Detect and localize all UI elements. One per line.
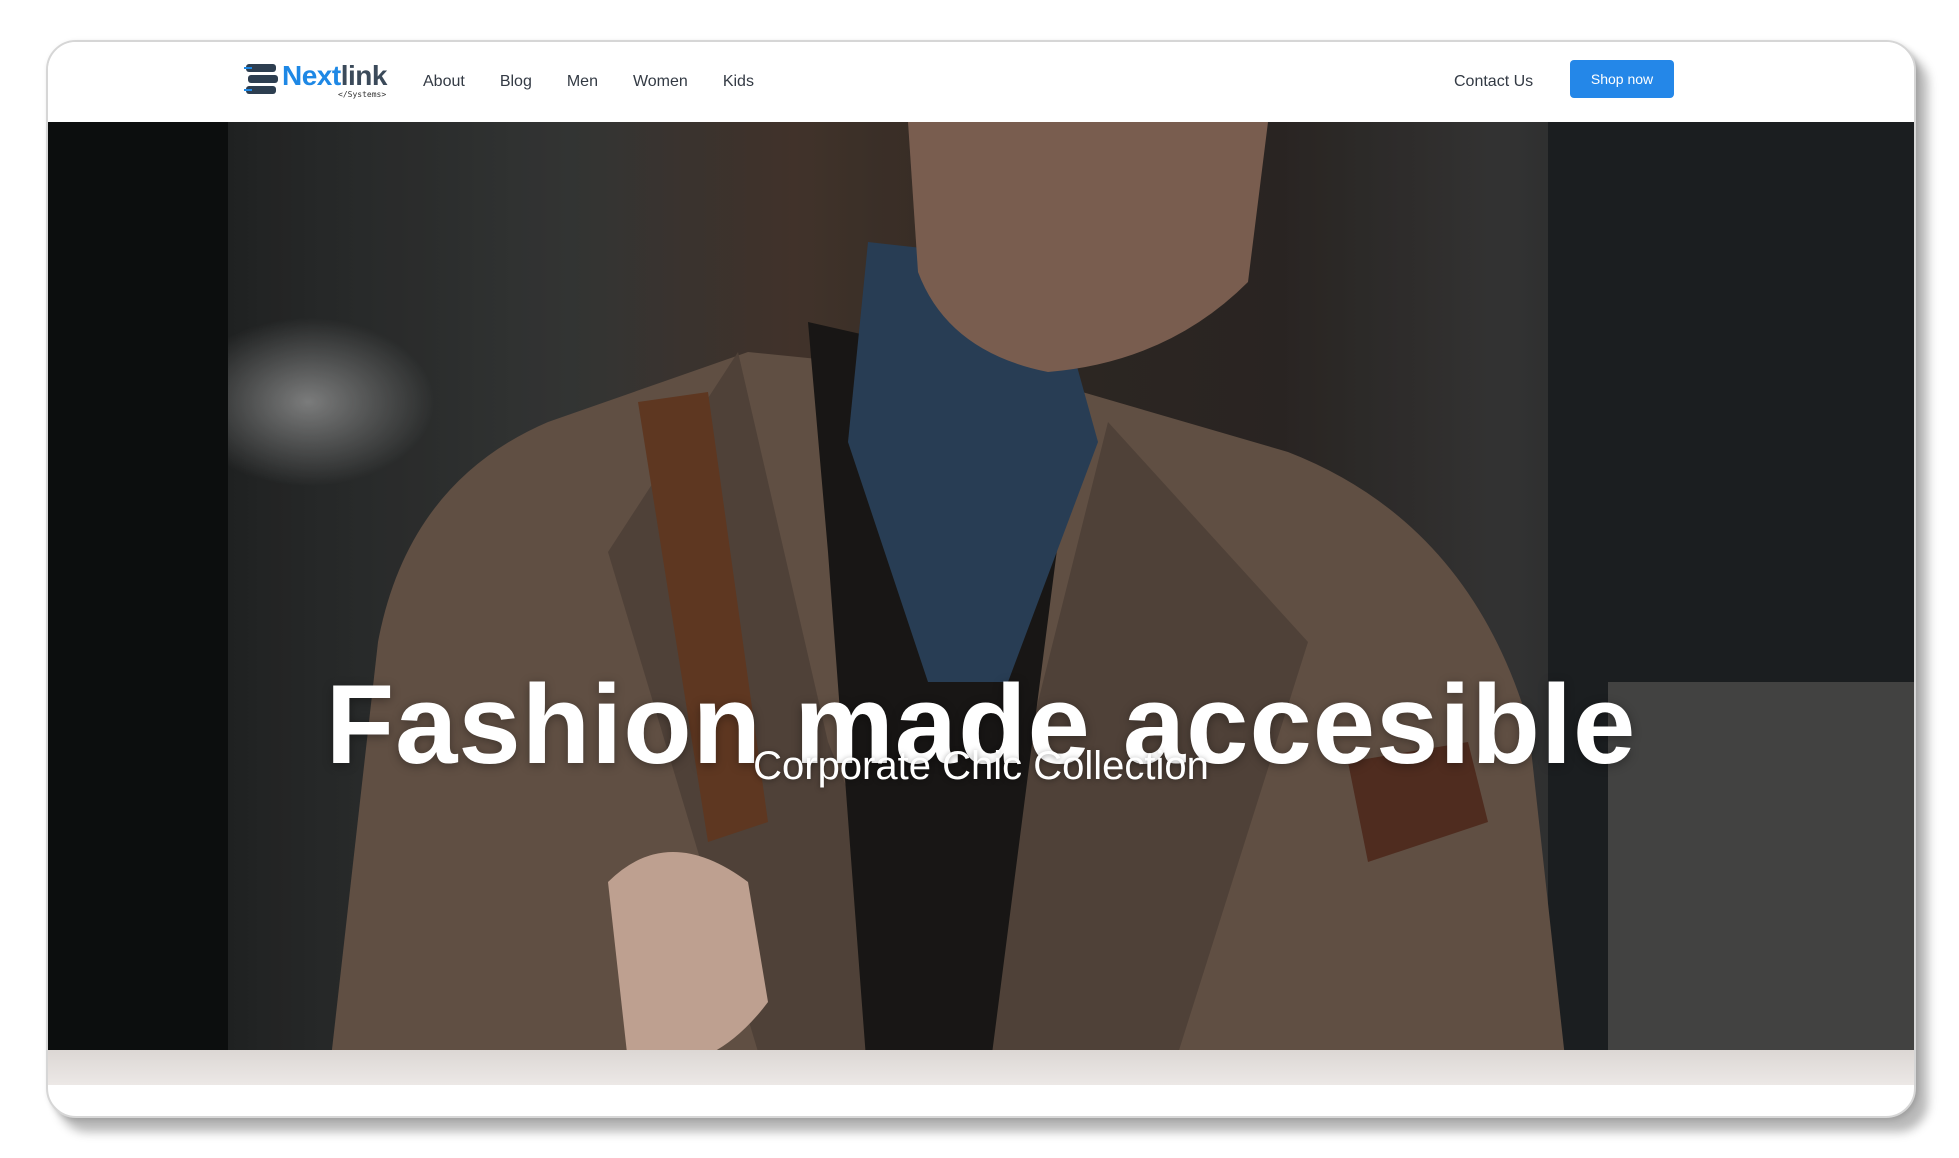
brand-tagline: </Systems> [338,90,387,99]
brand-name: Nextlink [282,60,387,92]
brand-name-next: Next [282,60,341,91]
brand-logo[interactable]: Nextlink </Systems> [244,60,394,102]
nav-item-blog[interactable]: Blog [500,73,532,91]
nav-item-men[interactable]: Men [567,73,598,91]
hero-bottom-strip [48,1050,1914,1085]
brand-name-link: link [340,60,388,91]
server-stack-icon [244,64,278,94]
main-nav: About Blog Men Women Kids [423,42,789,122]
nav-item-women[interactable]: Women [633,73,688,91]
hero-subtitle: Corporate Chic Collection [753,744,1209,788]
hero-banner: Fashion made accesible Corporate Chic Co… [48,122,1914,1085]
nav-item-about[interactable]: About [423,73,465,91]
contact-us-link[interactable]: Contact Us [1454,42,1533,122]
shop-now-button[interactable]: Shop now [1570,60,1674,98]
hero-overlay [48,122,1914,1085]
browser-window: Nextlink </Systems> About Blog Men Women… [46,40,1916,1118]
nav-item-kids[interactable]: Kids [723,73,754,91]
navbar: Nextlink </Systems> About Blog Men Women… [48,42,1914,122]
